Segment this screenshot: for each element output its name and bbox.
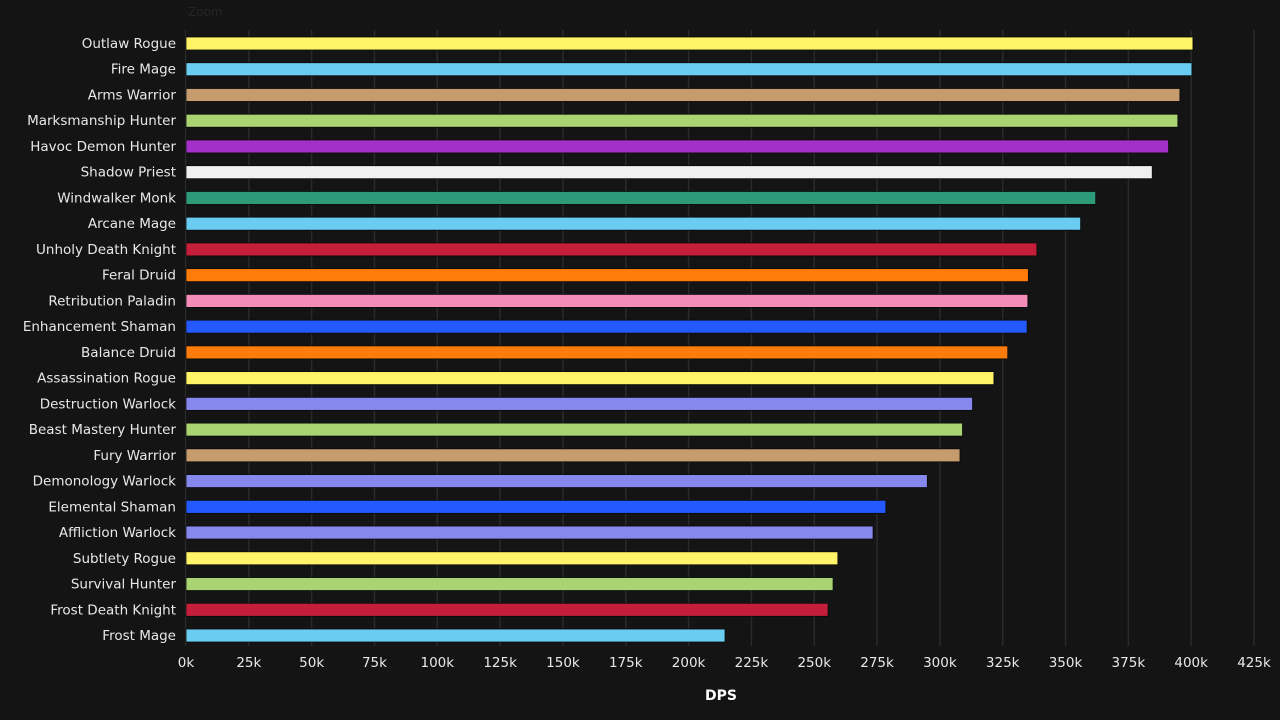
category-label: Survival Hunter — [71, 577, 177, 593]
x-tick-label: 125k — [483, 655, 517, 671]
x-axis-ticks: 0k 25k 50k 75k 100k 125k 150k 175k 200k 225k 250k 2… — [178, 655, 1271, 671]
category-label: Arcane Mage — [88, 216, 176, 232]
x-tick-label: 200k — [672, 655, 706, 671]
category-label: Subtlety Rogue — [73, 551, 176, 567]
category-label: Unholy Death Knight — [36, 242, 176, 258]
x-tick-label: 375k — [1112, 655, 1146, 671]
zoom-label[interactable]: Zoom — [188, 5, 223, 19]
bar[interactable] — [185, 628, 726, 643]
bar[interactable] — [185, 113, 1179, 128]
bar[interactable] — [185, 139, 1169, 154]
category-label: Demonology Warlock — [33, 474, 177, 490]
category-label: Windwalker Monk — [57, 190, 176, 206]
bar[interactable] — [185, 165, 1153, 180]
x-tick-label: 0k — [178, 655, 195, 671]
bar[interactable] — [185, 88, 1181, 102]
x-tick-label: 425k — [1237, 655, 1271, 671]
bar[interactable] — [185, 396, 973, 411]
bar[interactable] — [185, 242, 1038, 257]
category-label: Assassination Rogue — [37, 371, 176, 387]
category-label: Shadow Priest — [81, 165, 176, 181]
bar[interactable] — [185, 422, 963, 437]
bar[interactable] — [185, 345, 1009, 360]
dps-bar-chart: Zoom Outlaw Rogue Fire Mage Arms Warrior Ma… — [23, 5, 1271, 704]
x-tick-label: 300k — [923, 655, 957, 671]
bars — [185, 36, 1194, 643]
x-tick-label: 350k — [1049, 655, 1083, 671]
x-tick-label: 250k — [797, 655, 831, 671]
bar[interactable] — [185, 216, 1082, 231]
category-label: Destruction Warlock — [40, 396, 176, 412]
category-label: Fury Warrior — [93, 448, 176, 464]
x-tick-label: 325k — [986, 655, 1020, 671]
bar[interactable] — [185, 577, 834, 591]
category-label: Marksmanship Hunter — [27, 113, 176, 129]
bar[interactable] — [185, 62, 1193, 77]
bar[interactable] — [185, 36, 1194, 51]
x-tick-label: 100k — [420, 655, 454, 671]
category-label: Beast Mastery Hunter — [29, 422, 177, 438]
bar[interactable] — [185, 191, 1097, 205]
x-tick-label: 75k — [362, 655, 387, 671]
category-label: Arms Warrior — [88, 87, 177, 103]
category-label: Elemental Shaman — [48, 499, 176, 515]
bar[interactable] — [185, 551, 839, 566]
bar[interactable] — [185, 371, 995, 386]
bar[interactable] — [185, 474, 928, 488]
category-label: Havoc Demon Hunter — [30, 139, 176, 155]
x-tick-label: 225k — [735, 655, 769, 671]
x-tick-label: 275k — [860, 655, 894, 671]
bar[interactable] — [185, 319, 1028, 334]
x-tick-label: 400k — [1174, 655, 1208, 671]
category-label: Feral Druid — [102, 268, 176, 284]
x-tick-label: 50k — [299, 655, 324, 671]
bar[interactable] — [185, 448, 961, 463]
bar[interactable] — [185, 268, 1029, 283]
category-label: Affliction Warlock — [59, 525, 176, 541]
category-label: Enhancement Shaman — [23, 319, 176, 335]
category-labels: Outlaw Rogue Fire Mage Arms Warrior Marksma… — [23, 36, 177, 644]
category-label: Fire Mage — [111, 62, 176, 78]
x-tick-label: 25k — [236, 655, 261, 671]
category-label: Balance Druid — [81, 345, 176, 361]
x-axis-title: DPS — [705, 688, 737, 704]
category-label: Outlaw Rogue — [82, 36, 176, 52]
category-label: Retribution Paladin — [48, 293, 176, 309]
category-label: Frost Death Knight — [50, 602, 176, 618]
x-tick-label: 175k — [609, 655, 643, 671]
category-label: Frost Mage — [102, 628, 176, 644]
bar[interactable] — [185, 293, 1029, 308]
bar[interactable] — [185, 499, 887, 514]
bar[interactable] — [185, 525, 874, 540]
x-tick-label: 150k — [546, 655, 580, 671]
bar[interactable] — [185, 602, 829, 617]
